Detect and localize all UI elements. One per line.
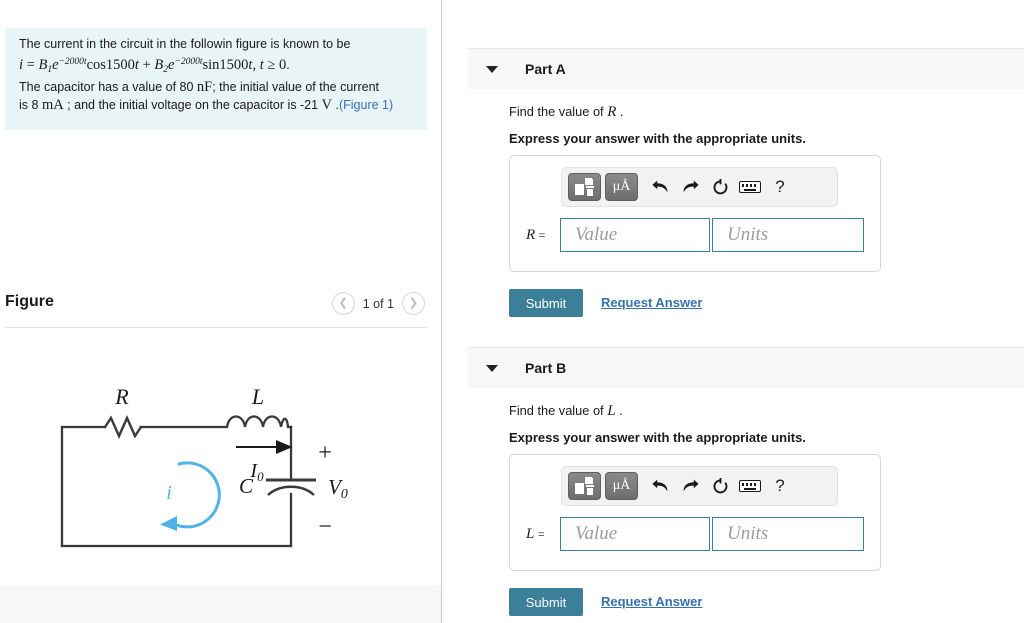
units-button[interactable]: μÅ: [605, 472, 638, 500]
left-problem-pane: The current in the circuit in the follow…: [0, 0, 441, 623]
template-icon[interactable]: [568, 472, 601, 500]
part-title-a: Part A: [525, 61, 566, 77]
part-a-value-input[interactable]: Value: [560, 218, 710, 252]
figure-divider: [5, 327, 427, 328]
chevron-down-icon[interactable]: [486, 65, 498, 73]
problem-equation: i = B1e−2000tcos1500t + B2e−2000tsin1500…: [19, 56, 290, 75]
problem-line-3-a: The capacitor has a value of 80: [19, 80, 194, 94]
part-b-value-input[interactable]: Value: [560, 517, 710, 551]
part-b-question-suffix: .: [619, 403, 623, 418]
part-a-question-prefix: Find the value of: [509, 104, 604, 119]
part-a-instruction: Express your answer with the appropriate…: [509, 131, 806, 146]
problem-line-1: The current in the circuit in the follow…: [19, 37, 351, 51]
reset-icon[interactable]: [705, 472, 735, 500]
figure-title: Figure: [5, 293, 54, 310]
help-icon[interactable]: ?: [765, 173, 795, 201]
part-b-question-symbol: L: [607, 403, 616, 419]
redo-icon[interactable]: [675, 173, 705, 201]
figure-pager-label: 1 of 1: [362, 296, 394, 311]
part-a-question-symbol: R: [607, 104, 617, 120]
problem-statement-box: The current in the circuit in the follow…: [5, 28, 427, 130]
template-icon[interactable]: [568, 173, 601, 201]
mesh-current-arrowhead: [160, 516, 177, 531]
part-b-units-input[interactable]: Units: [712, 517, 864, 551]
part-title-b: Part B: [525, 360, 567, 376]
left-pane-bottom-fade: [0, 585, 441, 623]
circuit-svg: R L I0 C V0 + − i: [60, 384, 348, 548]
svg-text:C: C: [239, 474, 254, 498]
problem-line-3-b: ; the initial value of the current: [212, 80, 379, 94]
part-b-instruction: Express your answer with the appropriate…: [509, 430, 806, 445]
part-a-answer-box: μÅ ? R = Value Units: [509, 155, 881, 272]
undo-icon[interactable]: [645, 472, 675, 500]
part-b-equation-label: L =: [526, 525, 545, 542]
part-header-b[interactable]: Part B: [468, 347, 1024, 388]
svg-text:−: −: [318, 514, 332, 540]
chevron-left-icon[interactable]: ❮: [331, 292, 355, 315]
problem-line-4-a: is 8: [19, 97, 39, 112]
part-b-request-answer-link[interactable]: Request Answer: [601, 594, 702, 609]
problem-line-4: is 8 mA ; and the initial voltage on the…: [19, 97, 415, 115]
right-answer-pane: Part A Find the value of R . Express you…: [442, 0, 1024, 623]
svg-text:+: +: [318, 440, 332, 466]
figure-pager: ❮ 1 of 1 ❯: [331, 292, 425, 315]
help-icon[interactable]: ?: [765, 472, 795, 500]
part-b-answer-row: L = Value Units: [526, 517, 864, 551]
problem-line-3: The capacitor has a value of 80 nF; the …: [19, 79, 415, 97]
part-b-math-toolbar: μÅ ?: [561, 466, 838, 506]
chevron-right-icon[interactable]: ❯: [402, 292, 425, 315]
part-b-answer-box: μÅ ? L = Value Units: [509, 454, 881, 571]
undo-icon[interactable]: [645, 173, 675, 201]
circuit-figure: R L I0 C V0 + − i: [5, 334, 427, 586]
part-a-math-toolbar: μÅ ?: [561, 167, 838, 207]
part-b-question-prefix: Find the value of: [509, 403, 604, 418]
figure-1-link[interactable]: (Figure 1): [339, 98, 393, 112]
part-a-submit-button[interactable]: Submit: [509, 289, 583, 317]
part-b-question: Find the value of L .: [509, 403, 623, 420]
part-header-a[interactable]: Part A: [468, 48, 1024, 89]
part-a-equation-label: R =: [526, 226, 546, 243]
part-a-question-suffix: .: [619, 104, 624, 119]
chevron-down-icon[interactable]: [486, 364, 498, 372]
problem-unit-ma: mA: [41, 96, 64, 113]
svg-text:R: R: [114, 384, 129, 409]
keyboard-icon[interactable]: [735, 472, 765, 500]
part-a-request-answer-link[interactable]: Request Answer: [601, 295, 702, 310]
units-button[interactable]: μÅ: [605, 173, 638, 201]
svg-text:i: i: [166, 482, 172, 504]
part-a-answer-row: R = Value Units: [526, 218, 864, 252]
reset-icon[interactable]: [705, 173, 735, 201]
problem-line-4-b: ; and the initial voltage on the capacit…: [67, 97, 319, 112]
problem-unit-nf: nF: [196, 79, 213, 95]
part-a-units-input[interactable]: Units: [712, 218, 864, 252]
problem-unit-v: V: [321, 96, 332, 113]
figure-header: Figure ❮ 1 of 1 ❯: [5, 291, 427, 325]
svg-text:V0: V0: [328, 475, 348, 502]
keyboard-icon[interactable]: [735, 173, 765, 201]
page-root: The current in the circuit in the follow…: [0, 0, 1024, 623]
svg-text:L: L: [251, 384, 264, 409]
redo-icon[interactable]: [675, 472, 705, 500]
part-a-question: Find the value of R .: [509, 104, 623, 121]
part-b-submit-button[interactable]: Submit: [509, 588, 583, 616]
